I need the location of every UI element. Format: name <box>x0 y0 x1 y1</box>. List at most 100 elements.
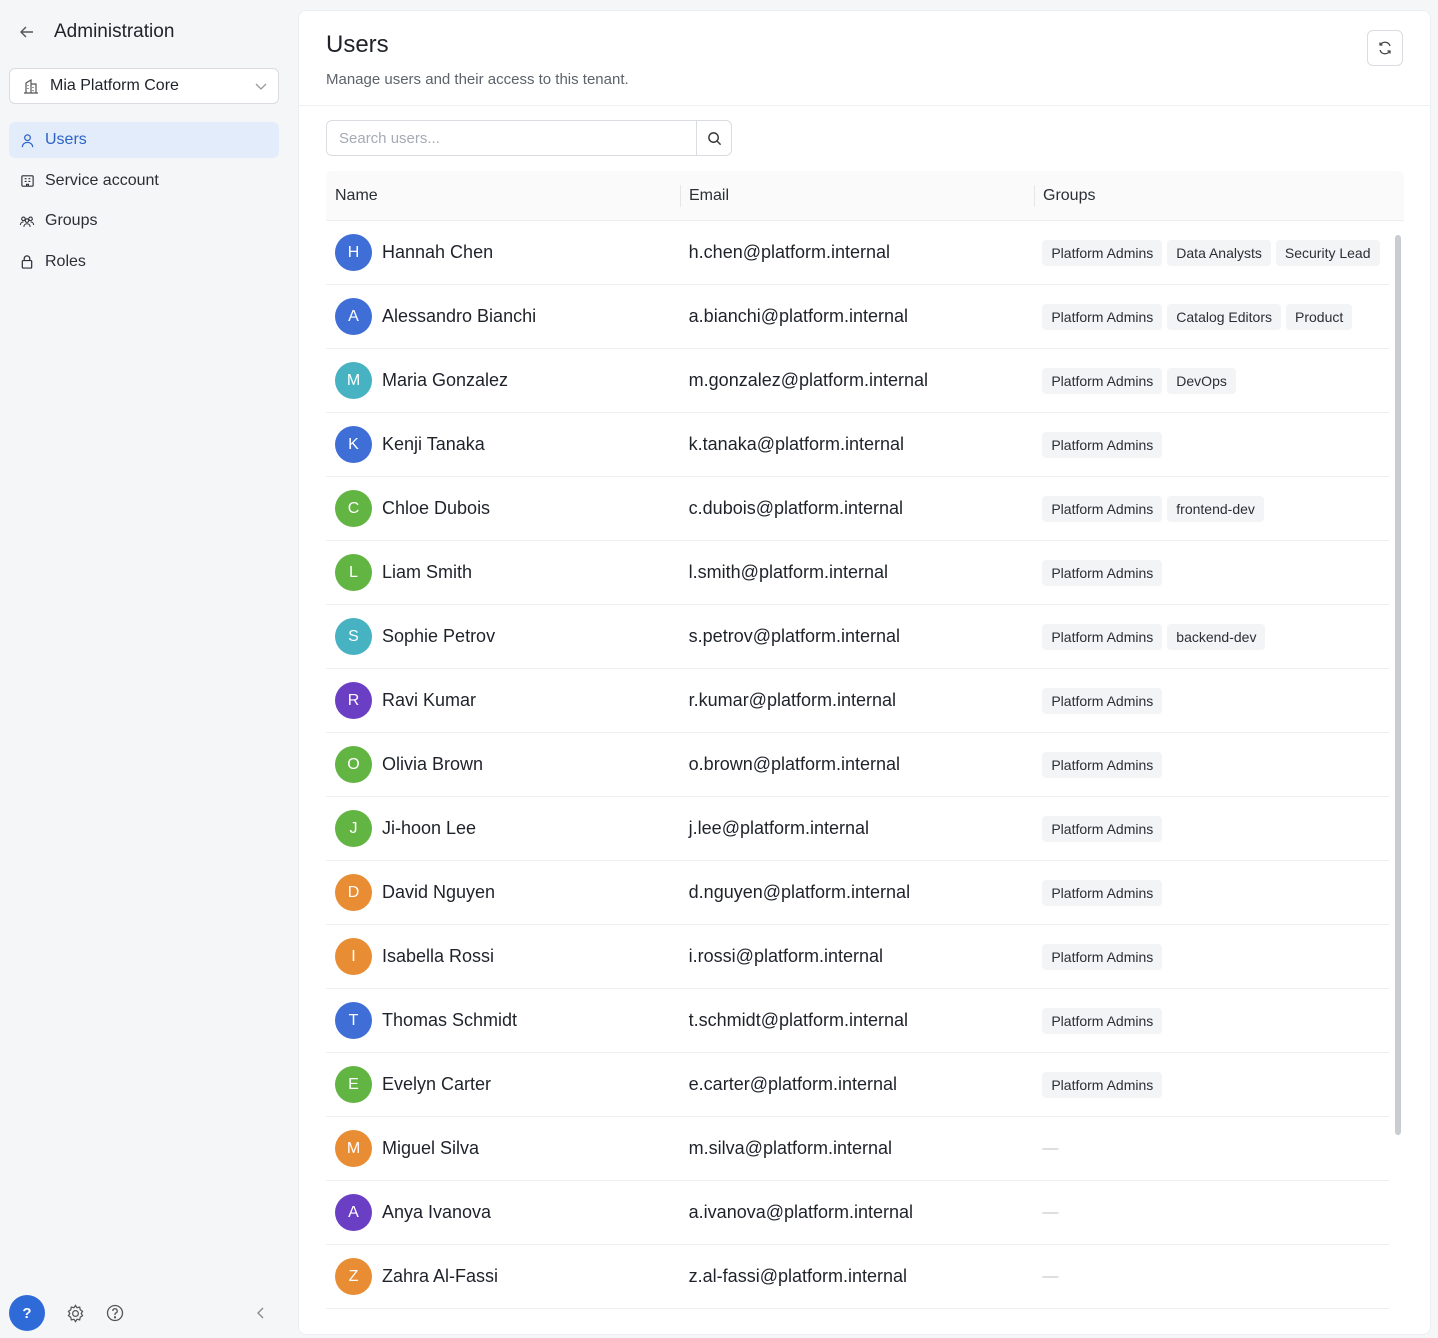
table-row[interactable]: Z Zahra Al-Fassi z.al-fassi@platform.inter… <box>326 1245 1389 1309</box>
table-row[interactable]: E Evelyn Carter e.carter@platform.internal… <box>326 1053 1389 1117</box>
column-header-name[interactable]: Name <box>326 171 680 220</box>
cell-groups: Platform Admins DevOps <box>1033 349 1389 412</box>
sidebar-item-users[interactable]: Users <box>9 122 279 158</box>
avatar: E <box>335 1066 372 1103</box>
avatar: I <box>335 938 372 975</box>
sidebar-item-label: Groups <box>45 212 98 229</box>
sidebar-item-roles[interactable]: Roles <box>9 244 279 280</box>
avatar: A <box>335 1194 372 1231</box>
table-row[interactable]: K Kenji Tanaka k.tanaka@platform.internal P… <box>326 413 1389 477</box>
cell-name: C Chloe Dubois <box>326 477 680 540</box>
column-header-groups[interactable]: Groups <box>1034 171 1390 220</box>
cell-email: l.smith@platform.internal <box>680 541 1034 604</box>
user-email: s.petrov@platform.internal <box>688 626 901 646</box>
table-row[interactable]: O Olivia Brown o.brown@platform.internal Pl… <box>326 733 1389 797</box>
user-name: Miguel Silva <box>382 1138 480 1158</box>
cell-email: t.schmidt@platform.internal <box>680 989 1034 1052</box>
user-email: a.bianchi@platform.internal <box>688 306 909 326</box>
cell-groups: Platform Admins <box>1033 733 1389 796</box>
table-row[interactable]: D David Nguyen d.nguyen@platform.internal P… <box>326 861 1389 925</box>
table-row[interactable]: J Ji-hoon Lee j.lee@platform.internal Platf… <box>326 797 1389 861</box>
cell-name: O Olivia Brown <box>326 733 680 796</box>
group-tag: Security Lead <box>1275 239 1380 266</box>
table-header: Name Email Groups <box>326 171 1404 221</box>
sidebar-item-service-account[interactable]: Service account <box>9 163 279 199</box>
user-name: Alessandro Bianchi <box>382 306 537 326</box>
lock-icon <box>19 254 35 270</box>
user-name: Sophie Petrov <box>382 626 496 646</box>
group-tag: frontend-dev <box>1167 495 1264 522</box>
cell-groups: Platform Admins <box>1033 861 1389 924</box>
avatar: J <box>335 810 372 847</box>
table-row[interactable]: R Ravi Kumar r.kumar@platform.internal Plat… <box>326 669 1389 733</box>
question-circle-icon[interactable] <box>105 1303 125 1323</box>
header-divider <box>299 105 1430 106</box>
user-name: Kenji Tanaka <box>382 434 485 454</box>
table-row[interactable]: L Liam Smith l.smith@platform.internal Plat… <box>326 541 1389 605</box>
group-tag: Platform Admins <box>1042 303 1163 330</box>
cell-groups: Platform Admins <box>1033 797 1389 860</box>
cell-name: E Evelyn Carter <box>326 1053 680 1116</box>
table-row[interactable]: A Anya Ivanova a.ivanova@platform.internal… <box>326 1181 1389 1245</box>
table-row[interactable]: A Alessandro Bianchi a.bianchi@platform.in… <box>326 285 1389 349</box>
group-tag: Catalog Editors <box>1167 303 1281 330</box>
cell-email: a.ivanova@platform.internal <box>680 1181 1034 1244</box>
group-tag: Product <box>1286 303 1353 330</box>
sidebar-footer: ? <box>9 1295 279 1331</box>
search-input[interactable] <box>327 121 696 155</box>
no-groups-dash: — <box>1042 1267 1059 1285</box>
user-email: a.ivanova@platform.internal <box>688 1202 914 1222</box>
sidebar: Administration Mia Platform Core Users S… <box>0 0 290 1338</box>
sidebar-item-groups[interactable]: Groups <box>9 203 279 239</box>
cell-email: s.petrov@platform.internal <box>680 605 1034 668</box>
cell-name: J Ji-hoon Lee <box>326 797 680 860</box>
group-tag: Platform Admins <box>1042 431 1163 458</box>
tenant-name: Mia Platform Core <box>50 77 179 94</box>
group-tag: Data Analysts <box>1167 239 1271 266</box>
help-button[interactable]: ? <box>9 1295 45 1331</box>
table-row[interactable]: H Hannah Chen h.chen@platform.internal Plat… <box>326 221 1389 285</box>
cell-name: A Alessandro Bianchi <box>326 285 680 348</box>
cell-email: j.lee@platform.internal <box>680 797 1034 860</box>
cell-email: c.dubois@platform.internal <box>680 477 1034 540</box>
column-header-email[interactable]: Email <box>680 171 1034 220</box>
cell-name: H Hannah Chen <box>326 221 680 284</box>
avatar: Z <box>335 1258 372 1295</box>
page-header: Users Manage users and their access to t… <box>326 31 629 88</box>
user-name: Liam Smith <box>382 562 473 582</box>
group-tag: Platform Admins <box>1042 495 1163 522</box>
cell-email: i.rossi@platform.internal <box>680 925 1034 988</box>
cell-name: M Miguel Silva <box>326 1117 680 1180</box>
group-tag: Platform Admins <box>1042 367 1163 394</box>
table-row[interactable]: M Maria Gonzalez m.gonzalez@platform.inter… <box>326 349 1389 413</box>
table-row[interactable]: M Miguel Silva m.silva@platform.internal — <box>326 1117 1389 1181</box>
avatar: A <box>335 298 372 335</box>
cell-email: k.tanaka@platform.internal <box>680 413 1034 476</box>
scrollbar-thumb[interactable] <box>1395 235 1401 1135</box>
user-name: Anya Ivanova <box>382 1202 492 1222</box>
table-row[interactable]: S Sophie Petrov s.petrov@platform.internal… <box>326 605 1389 669</box>
chevron-down-icon <box>254 79 268 93</box>
group-tag: Platform Admins <box>1042 239 1163 266</box>
search-button[interactable] <box>696 121 731 155</box>
user-email: h.chen@platform.internal <box>688 242 891 262</box>
user-name: Hannah Chen <box>382 242 494 262</box>
user-icon <box>19 132 35 148</box>
tenant-select[interactable]: Mia Platform Core <box>9 68 279 104</box>
building-icon <box>22 77 40 95</box>
cell-groups: — <box>1033 1245 1389 1308</box>
table-row[interactable]: I Isabella Rossi i.rossi@platform.internal… <box>326 925 1389 989</box>
back-arrow-icon[interactable] <box>16 21 38 43</box>
cell-name: M Maria Gonzalez <box>326 349 680 412</box>
refresh-button[interactable] <box>1367 30 1403 66</box>
group-tag: backend-dev <box>1167 623 1266 650</box>
table-scrollbar[interactable] <box>1393 221 1403 1311</box>
chevron-left-icon[interactable] <box>253 1305 269 1321</box>
gear-icon[interactable] <box>65 1303 85 1323</box>
avatar: M <box>335 362 372 399</box>
avatar: D <box>335 874 372 911</box>
user-email: k.tanaka@platform.internal <box>688 434 905 454</box>
table-row[interactable]: T Thomas Schmidt t.schmidt@platform.intern… <box>326 989 1389 1053</box>
table-row[interactable]: C Chloe Dubois c.dubois@platform.internal P… <box>326 477 1389 541</box>
cell-name: R Ravi Kumar <box>326 669 680 732</box>
